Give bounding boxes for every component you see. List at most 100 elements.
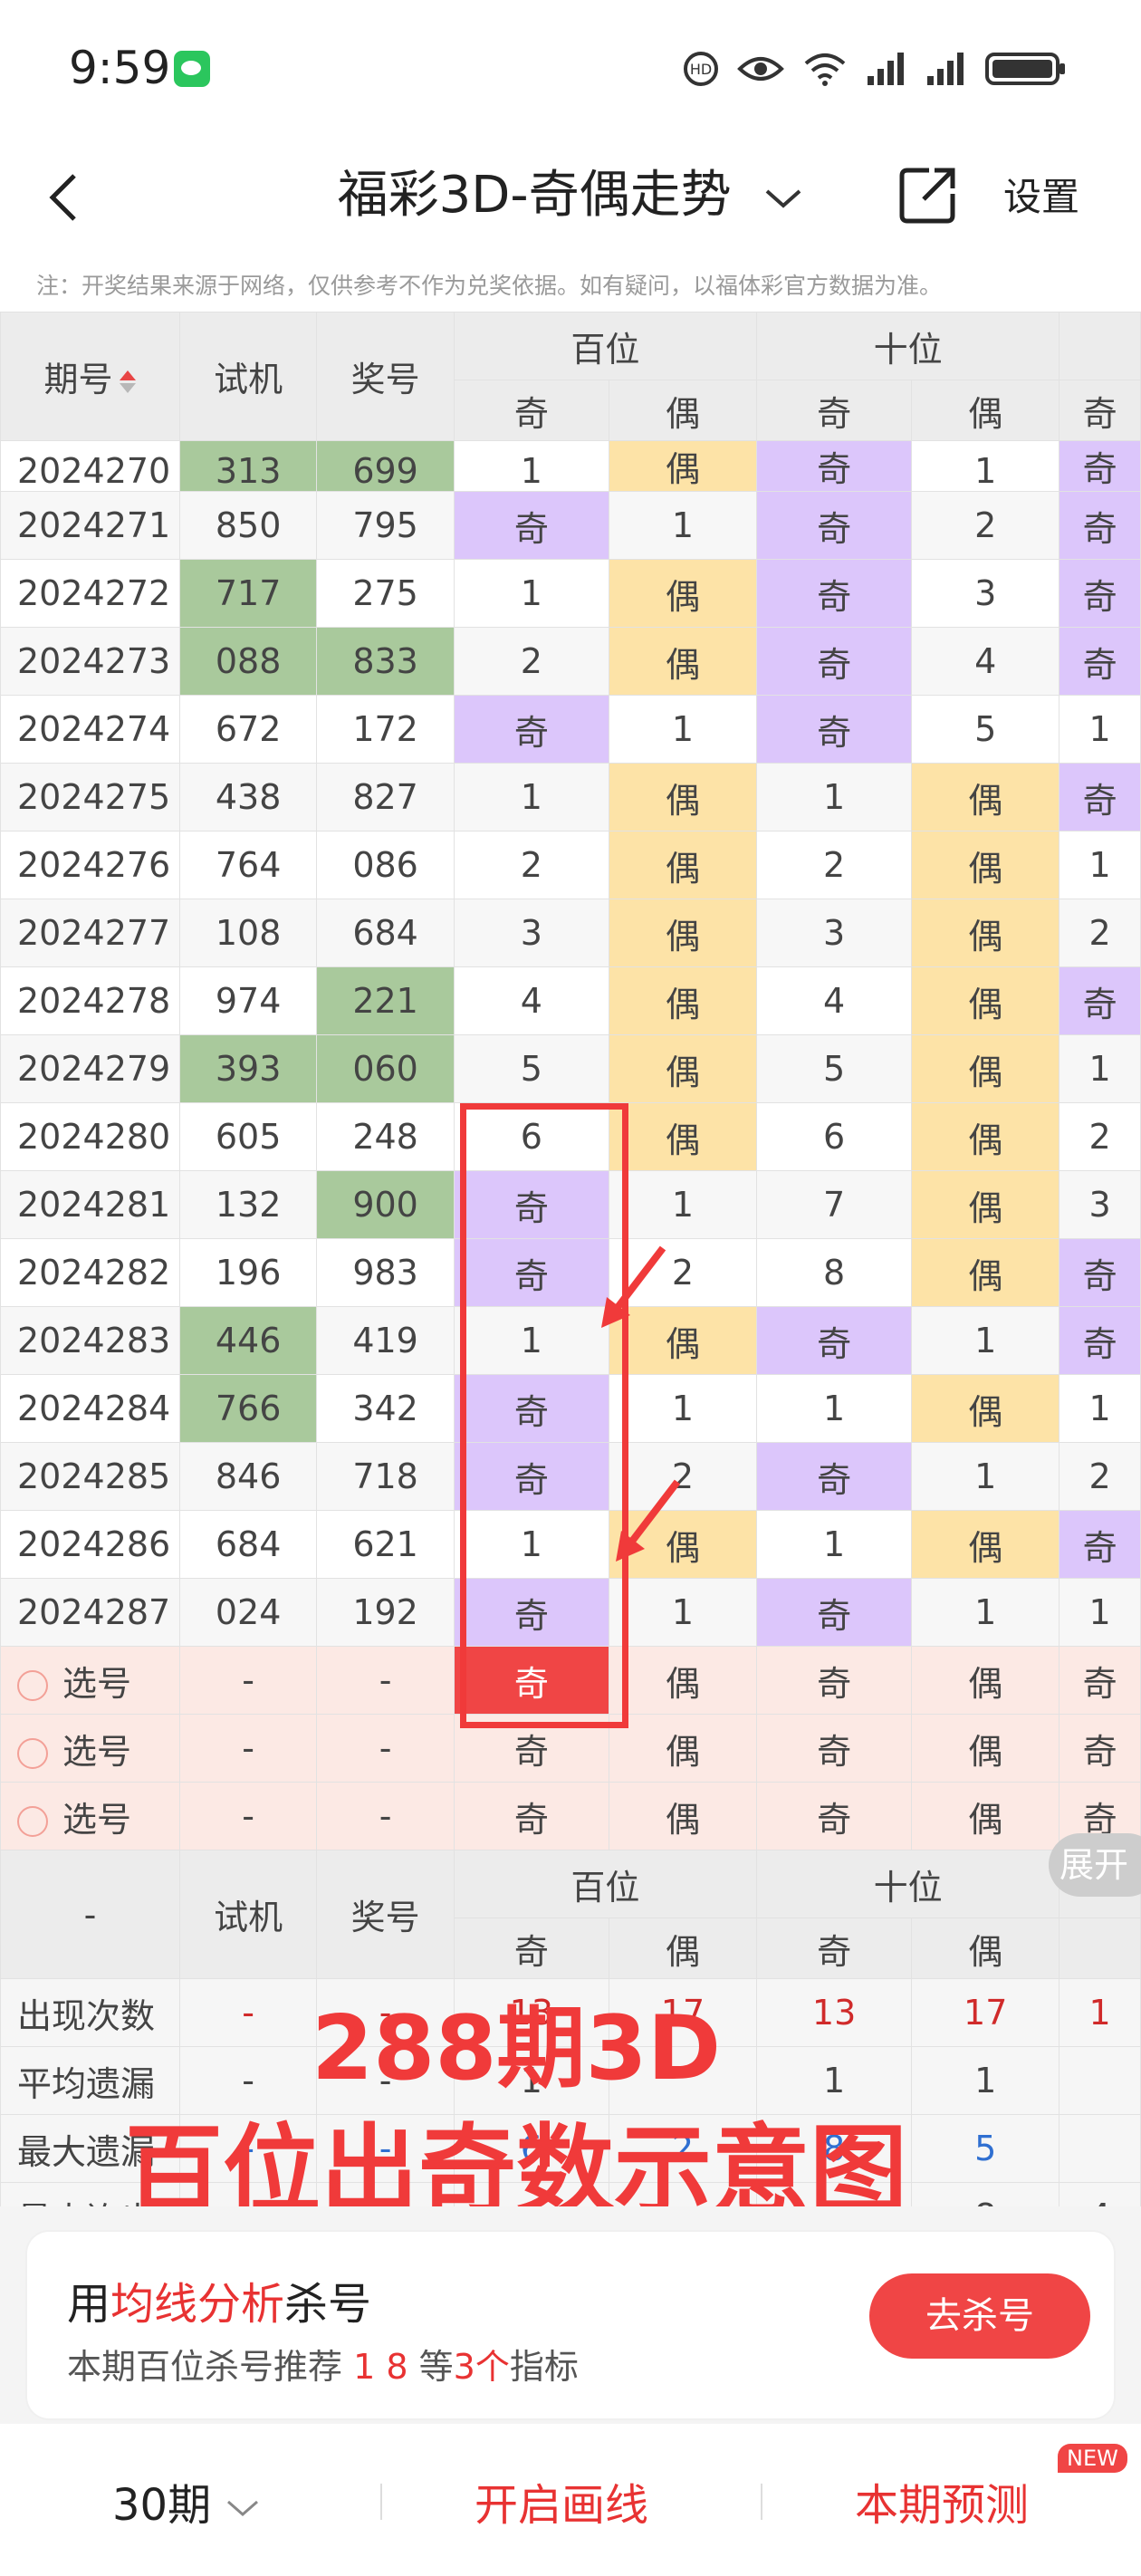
pick-cell-t_odd[interactable]: 奇 <box>756 1714 913 1783</box>
expand-button[interactable]: 展开 <box>1049 1833 1141 1897</box>
divider <box>380 2484 382 2520</box>
cell-period: 2024278 <box>0 966 180 1035</box>
cell-period: 2024271 <box>0 491 180 560</box>
pick-cell-t_odd[interactable]: 奇 <box>756 1646 913 1715</box>
pick-cell-prize[interactable]: - <box>316 1782 455 1850</box>
cell-h-even: 偶 <box>608 763 758 831</box>
cell-trial: 684 <box>178 1510 318 1579</box>
cell-period: 2024285 <box>0 1442 180 1511</box>
cell-u-odd: 奇 <box>1059 1306 1141 1375</box>
pick-cell-label[interactable]: 选号 <box>0 1714 180 1783</box>
pick-cell-t_even[interactable]: 偶 <box>911 1782 1060 1850</box>
signal-icon-1 <box>868 53 904 85</box>
cell-trial: 196 <box>178 1238 318 1307</box>
cell-h-even: 偶 <box>608 966 758 1035</box>
pick-cell-trial[interactable]: - <box>178 1646 318 1715</box>
pick-cell-t_even[interactable]: 偶 <box>911 1646 1060 1715</box>
cell-prize: 795 <box>316 491 455 560</box>
header-period[interactable]: 期号 <box>0 312 180 441</box>
radio-icon[interactable] <box>17 1670 48 1701</box>
cell-period: 2024274 <box>0 695 180 764</box>
pick-cell-prize[interactable]: - <box>316 1714 455 1783</box>
cell-period: 2024270 <box>0 440 180 492</box>
pick-cell-trial[interactable]: - <box>178 1782 318 1850</box>
signal-icon-2 <box>927 53 964 85</box>
cell-u-odd: 奇 <box>1059 440 1141 492</box>
cell-t-even: 偶 <box>911 1170 1060 1239</box>
pick-row[interactable]: 选号 - - 奇偶奇偶奇 <box>0 1782 1141 1850</box>
summary-header-trial: 试机 <box>178 1850 318 1979</box>
settings-button[interactable]: 设置 <box>1003 167 1079 222</box>
cell-period: 2024286 <box>0 1510 180 1579</box>
cell-h-odd: 1 <box>453 763 609 831</box>
pick-cell-h_even[interactable]: 偶 <box>608 1782 758 1850</box>
pick-cell-label[interactable]: 选号 <box>0 1646 180 1715</box>
cell-t-odd: 1 <box>756 1374 913 1443</box>
sort-icon[interactable] <box>120 370 137 393</box>
page-title-text: 福彩3D-奇偶走势 <box>337 166 732 225</box>
cell-prize: 621 <box>316 1510 455 1579</box>
pick-cell-label[interactable]: 选号 <box>0 1782 180 1850</box>
cell-t-odd: 1 <box>756 1510 913 1579</box>
cell-trial: 766 <box>178 1374 318 1443</box>
cell-t-odd: 5 <box>756 1034 913 1103</box>
cell-trial: 446 <box>178 1306 318 1375</box>
cell-t-even: 1 <box>911 440 1060 492</box>
cell-trial: 717 <box>178 559 318 628</box>
cell-u-odd: 奇 <box>1059 1238 1141 1307</box>
cell-trial: 024 <box>178 1578 318 1647</box>
page-title[interactable]: 福彩3D-奇偶走势 <box>0 154 1141 227</box>
draw-line-button[interactable]: 开启画线 <box>475 2469 648 2533</box>
header-tens: 十位 <box>756 312 1060 380</box>
pick-cell-t_odd[interactable]: 奇 <box>756 1782 913 1850</box>
cell-t-odd: 奇 <box>756 1442 913 1511</box>
cell-u-odd: 1 <box>1059 831 1141 899</box>
pick-cell-h_even[interactable]: 偶 <box>608 1646 758 1715</box>
pick-cell-h_odd[interactable]: 奇 <box>453 1782 609 1850</box>
table-row: 2024279 393 060 5 偶 5 偶 1 <box>0 1034 1141 1103</box>
cell-t-odd: 7 <box>756 1170 913 1239</box>
table-row: 2024278 974 221 4 偶 4 偶奇 <box>0 966 1141 1035</box>
hd-call-icon: HD <box>684 52 718 86</box>
kill-number-button[interactable]: 去杀号 <box>869 2273 1090 2359</box>
header-h-even: 偶 <box>608 380 758 441</box>
cell-t-even: 偶 <box>911 1034 1060 1103</box>
pick-cell-t_even[interactable]: 偶 <box>911 1714 1060 1783</box>
pick-cell-u[interactable]: 奇 <box>1059 1714 1141 1783</box>
header-units <box>1059 312 1141 380</box>
period-selector[interactable]: 30期 <box>112 2469 261 2533</box>
cell-t-even: 偶 <box>911 1102 1060 1171</box>
cell-prize: 827 <box>316 763 455 831</box>
pick-cell-trial[interactable]: - <box>178 1714 318 1783</box>
cell-prize: 419 <box>316 1306 455 1375</box>
cell-t-even: 1 <box>911 1442 1060 1511</box>
table-row: 2024270 313 699 1 偶奇 1 奇 <box>0 440 1141 492</box>
chevron-down-icon <box>227 2500 259 2516</box>
cell-period: 2024272 <box>0 559 180 628</box>
table-row: 2024272 717 275 1 偶奇 3 奇 <box>0 559 1141 628</box>
pick-cell-prize[interactable]: - <box>316 1646 455 1715</box>
header-prize: 奖号 <box>316 312 455 441</box>
cell-prize: 172 <box>316 695 455 764</box>
share-icon[interactable] <box>896 163 960 226</box>
svg-text:HD: HD <box>690 61 712 78</box>
cell-t-odd: 奇 <box>756 1578 913 1647</box>
status-bar: 9:59 HD <box>0 0 1141 136</box>
pick-cell-h_even[interactable]: 偶 <box>608 1714 758 1783</box>
pick-cell-u[interactable]: 奇 <box>1059 1646 1141 1715</box>
radio-icon[interactable] <box>17 1806 48 1837</box>
cell-h-even: 1 <box>608 1170 758 1239</box>
cell-period: 2024283 <box>0 1306 180 1375</box>
cell-trial: 438 <box>178 763 318 831</box>
cell-h-odd: 奇 <box>453 491 609 560</box>
cell-period: 2024280 <box>0 1102 180 1171</box>
cell-h-odd: 3 <box>453 899 609 967</box>
annotation-arrow-icon <box>601 1245 666 1328</box>
cell-period: 2024282 <box>0 1238 180 1307</box>
predict-button[interactable]: 本期预测 <box>855 2469 1029 2533</box>
cell-prize: 684 <box>316 899 455 967</box>
cell-t-odd: 奇 <box>756 695 913 764</box>
pick-label: 选号 <box>62 1799 132 1840</box>
cell-h-even: 1 <box>608 695 758 764</box>
radio-icon[interactable] <box>17 1738 48 1769</box>
